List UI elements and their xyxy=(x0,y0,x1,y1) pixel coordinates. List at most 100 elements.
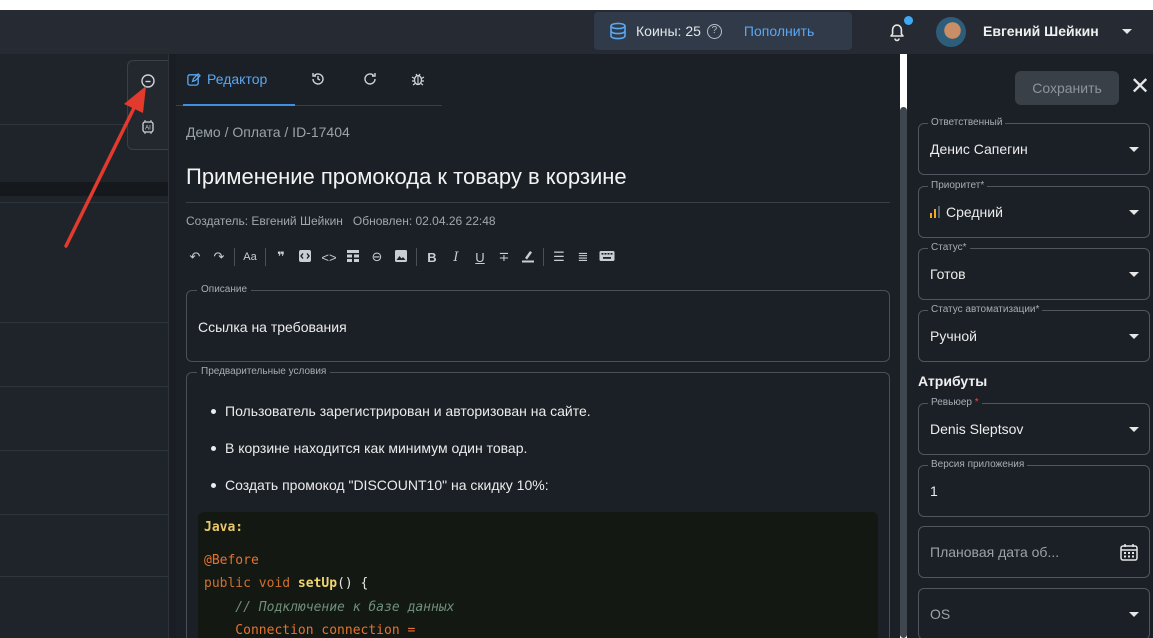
bold-icon[interactable]: B xyxy=(423,250,441,265)
breadcrumb[interactable]: Демо / Оплата / ID-17404 xyxy=(186,124,350,140)
app-version-field[interactable]: Версия приложения 1 xyxy=(918,459,1150,517)
field-legend: Статус* xyxy=(928,242,970,253)
page-title[interactable]: Применение промокода к товару в корзине xyxy=(186,164,627,190)
priority-medium-icon xyxy=(930,206,940,218)
redo-icon[interactable]: ↷ xyxy=(210,249,228,265)
chevron-down-icon[interactable] xyxy=(1122,29,1132,34)
list-item[interactable] xyxy=(0,450,168,451)
toolbar-separator xyxy=(234,248,235,266)
inline-code-icon[interactable]: <> xyxy=(320,250,338,265)
field-value-wrap: Средний xyxy=(930,204,1003,220)
coins-balance: Коины: 25 xyxy=(636,23,701,39)
field-value: Ручной xyxy=(930,328,977,344)
image-icon[interactable] xyxy=(392,249,410,266)
list-item[interactable] xyxy=(0,514,168,515)
automation-status-select[interactable]: Статус автоматизации* Ручной xyxy=(918,304,1150,362)
list-item: Пользователь зарегистрирован и авторизов… xyxy=(211,403,591,440)
code-line: public void setUp() { xyxy=(204,576,368,591)
font-size-icon[interactable]: Aa xyxy=(241,251,259,263)
highlight-icon[interactable] xyxy=(519,249,537,266)
refresh-icon[interactable] xyxy=(362,71,378,87)
user-name[interactable]: Евгений Шейкин xyxy=(983,23,1099,39)
chevron-down-icon xyxy=(1129,334,1139,339)
scrollbar[interactable] xyxy=(900,107,907,638)
code-line: Connection connection = xyxy=(204,623,416,638)
list-item[interactable] xyxy=(0,386,168,387)
svg-text:AI: AI xyxy=(145,126,151,132)
preconditions-legend: Предварительные условия xyxy=(197,366,331,377)
coins-widget: Коины: 25 ? Пополнить xyxy=(594,12,852,50)
formatting-toolbar: ↶ ↷ Aa ❞ <> ⊖ B I U ∓ ☰ ≣ xyxy=(186,246,622,268)
help-icon[interactable]: ? xyxy=(706,23,722,39)
field-placeholder: Плановая дата об... xyxy=(930,544,1060,560)
bullet-list-icon[interactable]: ☰ xyxy=(550,249,568,265)
toolbar-separator xyxy=(416,248,417,266)
code-function: setUp xyxy=(297,576,338,591)
preconditions-list: Пользователь зарегистрирован и авторизов… xyxy=(211,403,591,514)
chevron-down-icon xyxy=(1129,612,1139,617)
field-legend: Ответственный xyxy=(928,117,1006,128)
status-select[interactable]: Статус* Готов xyxy=(918,242,1150,300)
case-meta: Создатель: Евгений Шейкин Обновлен: 02.0… xyxy=(186,214,496,228)
field-legend: Статус автоматизации* xyxy=(928,304,1043,315)
field-value: Средний xyxy=(946,204,1003,220)
code-comment: // Подключение к базе данных xyxy=(204,600,455,615)
code-block[interactable]: Java: @Before public void setUp() { // П… xyxy=(198,512,878,638)
panel-resizer[interactable] xyxy=(168,54,176,638)
save-button[interactable]: Сохранить xyxy=(1015,71,1119,105)
code-annotation: @Before xyxy=(204,553,259,568)
calendar-icon[interactable] xyxy=(1119,542,1139,562)
field-value: Денис Сапегин xyxy=(930,141,1028,157)
link-icon[interactable]: ⊖ xyxy=(368,249,386,265)
quote-icon[interactable]: ❞ xyxy=(272,249,290,265)
list-item[interactable] xyxy=(0,202,168,203)
table-icon[interactable] xyxy=(344,249,362,266)
attributes-heading: Атрибуты xyxy=(918,373,988,389)
keyboard-icon[interactable] xyxy=(598,250,616,265)
numbered-list-icon[interactable]: ≣ xyxy=(574,249,592,265)
undo-icon[interactable]: ↶ xyxy=(186,249,204,265)
underline-icon[interactable]: U xyxy=(471,250,489,265)
field-legend: Версия приложения xyxy=(928,459,1028,470)
code-language: Java: xyxy=(204,520,244,535)
list-item[interactable] xyxy=(0,576,168,577)
description-field[interactable]: Описание Ссылка на требования xyxy=(186,284,890,362)
description-legend: Описание xyxy=(197,284,252,295)
field-legend: Приоритет* xyxy=(928,180,988,191)
toolbar-separator xyxy=(265,248,266,266)
code-block-icon[interactable] xyxy=(296,249,314,266)
comments-icon[interactable] xyxy=(140,73,156,89)
active-tab-indicator xyxy=(183,104,295,106)
toolbar-separator xyxy=(543,248,544,266)
reviewer-select[interactable]: Ревьюер * Denis Sleptsov xyxy=(918,397,1150,455)
list-item: Создать промокод "DISCOUNT10" на скидку … xyxy=(211,477,591,514)
chevron-down-icon xyxy=(1129,272,1139,277)
close-icon[interactable]: ✕ xyxy=(1130,72,1150,102)
field-legend-text: Ревьюер xyxy=(931,397,972,408)
history-icon[interactable] xyxy=(310,71,326,87)
avatar[interactable] xyxy=(936,17,966,47)
editor-tabs: Редактор xyxy=(176,54,442,106)
tab-editor[interactable]: Редактор xyxy=(186,71,267,87)
strikethrough-icon[interactable]: ∓ xyxy=(495,249,513,265)
code-punctuation: () { xyxy=(337,576,369,591)
bug-icon[interactable] xyxy=(410,71,426,87)
title-divider xyxy=(186,202,890,203)
topup-button[interactable]: Пополнить xyxy=(744,23,814,39)
tab-editor-label: Редактор xyxy=(207,71,268,87)
required-mark: * xyxy=(974,397,979,408)
ai-assistant-icon[interactable]: AI xyxy=(140,119,156,135)
field-placeholder: OS xyxy=(930,606,951,622)
priority-select[interactable]: Приоритет* Средний xyxy=(918,180,1150,238)
description-text: Ссылка на требования xyxy=(198,319,347,335)
list-item: В корзине находится как минимум один тов… xyxy=(211,440,591,477)
planned-date-field[interactable]: Плановая дата об... xyxy=(918,526,1150,578)
list-item[interactable] xyxy=(0,322,168,323)
chevron-down-icon xyxy=(1129,427,1139,432)
responsible-select[interactable]: Ответственный Денис Сапегин xyxy=(918,117,1150,175)
italic-icon[interactable]: I xyxy=(447,250,465,265)
edit-icon xyxy=(187,72,201,86)
code-keyword: public void xyxy=(204,576,298,591)
os-select[interactable]: OS xyxy=(918,588,1150,638)
chevron-down-icon xyxy=(1129,210,1139,215)
